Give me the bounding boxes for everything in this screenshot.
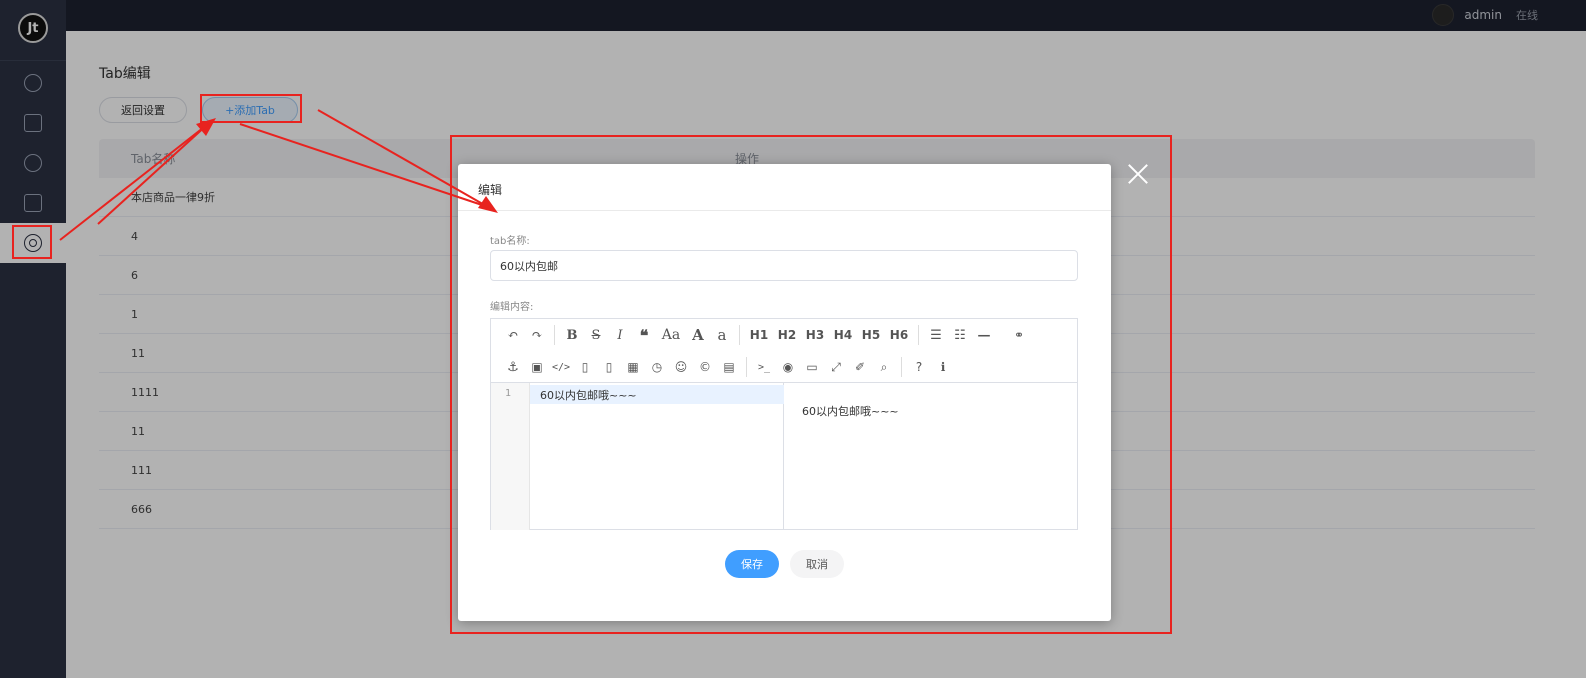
annotation-box — [12, 225, 52, 259]
annotation-box — [200, 94, 302, 123]
annotation-box — [450, 135, 1172, 634]
